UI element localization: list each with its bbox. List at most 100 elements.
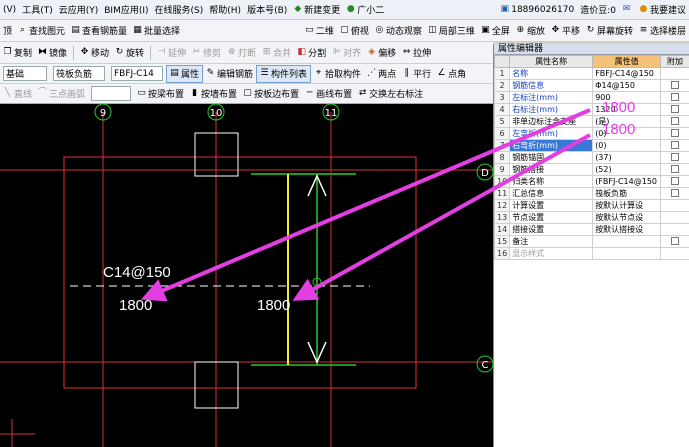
top-button[interactable]: 顶 [0,22,15,40]
attach-checkbox[interactable] [671,116,680,125]
draw-line-button[interactable]: ─ 画线布置 [302,85,355,103]
offset-button[interactable]: ◈ 偏移 [364,44,399,62]
menu-cloud[interactable]: 云应用(Y) [56,3,102,16]
property-value[interactable]: FBFJ-C14@150 [592,67,662,80]
property-row[interactable]: 10 归类名称 (FBFJ-C14@150 [493,175,689,188]
pan-button[interactable]: ✥ 平移 [548,22,583,40]
property-row[interactable]: 2 钢筋信息 Φ14@150 [493,79,689,92]
arc-button[interactable]: ⌒ 三点画弧 [35,85,88,103]
menu-tools[interactable]: 工具(T) [19,3,56,16]
align-button[interactable]: ⊫ 对齐 [329,44,364,62]
split-button[interactable]: ◧ 分割 [294,44,329,62]
copy-button[interactable]: ❐ 复制 [0,44,35,62]
message-button[interactable]: ✉ [619,1,636,19]
attach-checkbox[interactable] [671,188,680,197]
type-select[interactable]: 筏板负筋 [53,66,105,81]
drawing-canvas[interactable]: 9 10 11 D C C14@150 1800 1800 [0,104,493,447]
property-row[interactable]: 13 节点设置 按默认节点设 [493,211,689,224]
property-value[interactable]: (52) [592,163,662,176]
attach-checkbox[interactable] [671,236,680,245]
two-points-button[interactable]: ⋰ 两点 [364,65,399,83]
trim-button[interactable]: ✂ 修剪 [189,44,224,62]
top-view-button[interactable]: ▢ 俯视 [337,22,372,40]
attach-checkbox[interactable] [671,128,680,137]
attach-checkbox[interactable] [671,104,680,113]
property-row[interactable]: 4 右标注(mm) 1320 [493,103,689,116]
property-row[interactable]: 11 汇总信息 筏板负筋 [493,187,689,200]
new-change-button[interactable]: ◆ 新建变更 [290,1,343,19]
property-row[interactable]: 5 非单边标注含支座 (是) [493,115,689,128]
properties-button[interactable]: ▤ 属性 [166,64,204,83]
fullscreen-button[interactable]: ▣ 全屏 [478,22,513,40]
menu-bim[interactable]: BIM应用(I) [101,3,151,16]
parallel-button[interactable]: ∥ 平行 [399,65,434,83]
property-row[interactable]: 3 左标注(mm) 900 [493,91,689,104]
edit-rebar-button[interactable]: ✎ 编辑钢筋 [203,65,256,83]
stretch-button[interactable]: ⇔ 拉伸 [399,44,434,62]
property-row[interactable]: 1 名称 FBFJ-C14@150 [493,67,689,80]
suggest-button[interactable]: ● 我要建议 [636,1,689,19]
beans-count[interactable]: 造价豆:0 [577,1,619,19]
menu-online[interactable]: 在线服务(S) [152,3,207,16]
user-account[interactable]: ▣ 18896026170 [497,1,577,19]
property-value[interactable]: (37) [592,151,662,164]
property-value[interactable]: (是) [592,115,662,128]
attach-checkbox[interactable] [671,176,680,185]
point-angle-button[interactable]: ∠ 点角 [434,65,469,83]
attach-checkbox[interactable] [671,140,680,149]
property-value[interactable]: (0) [592,127,662,140]
view-rebar-button[interactable]: ▤ 查看钢筋量 [68,22,130,40]
property-value[interactable]: (FBFJ-C14@150 [592,175,662,188]
menu-help[interactable]: 帮助(H) [206,3,244,16]
swap-labels-button[interactable]: ⇄ 交换左右标注 [355,85,426,103]
property-row[interactable]: 12 计算设置 按默认计算设 [493,199,689,212]
property-value[interactable]: 按默认节点设 [592,211,662,224]
rotate-button[interactable]: ↻ 旋转 [112,44,147,62]
property-row[interactable]: 9 钢筋搭接 (52) [493,163,689,176]
property-row[interactable]: 14 搭接设置 按默认搭接设 [493,223,689,236]
by-slab-edge-button[interactable]: ▢ 按板边布置 [240,85,302,103]
property-row[interactable]: 15 备注 [493,235,689,248]
batch-select-button[interactable]: ▦ 批量选择 [130,22,183,40]
layer-select[interactable]: 基础 [3,66,47,81]
property-value[interactable]: 按默认搭接设 [592,223,662,236]
select-floor-button[interactable]: ≡ 选择楼层 [636,22,689,40]
property-value[interactable]: 1320 [592,103,662,116]
property-row[interactable]: 7 右弯折(mm) (0) [493,139,689,152]
property-value[interactable] [592,247,662,260]
property-row[interactable]: 6 左弯折(mm) (0) [493,127,689,140]
rotate-screen-button[interactable]: ↻ 屏幕旋转 [583,22,636,40]
arc-option-select[interactable] [91,86,132,101]
property-value[interactable] [592,235,662,248]
property-row[interactable]: 8 钢筋锚固 (37) [493,151,689,164]
property-value[interactable]: 筏板负筋 [592,187,662,200]
menu-version[interactable]: 版本号(B) [244,3,290,16]
attach-checkbox[interactable] [671,164,680,173]
property-row[interactable]: 16 显示样式 [493,247,689,260]
attach-checkbox[interactable] [671,80,680,89]
property-value[interactable]: Φ14@150 [592,79,662,92]
guang-button[interactable]: ● 广小二 [343,1,387,19]
property-value[interactable]: 900 [592,91,662,104]
local-3d-button[interactable]: ◫ 局部三维 [425,22,478,40]
attach-checkbox[interactable] [671,152,680,161]
line-button[interactable]: ╲ 直线 [0,85,35,103]
property-value[interactable]: (0) [592,139,662,152]
move-button[interactable]: ✥ 移动 [77,44,112,62]
2d-button[interactable]: ▭ 二维 [302,22,337,40]
break-button[interactable]: ⊗ 打断 [224,44,259,62]
component-list-button[interactable]: ☰ 构件列表 [256,64,312,83]
find-element-button[interactable]: ⌕ 查找图元 [15,22,68,40]
by-wall-button[interactable]: ▮ 按墙布置 [187,85,240,103]
extend-button[interactable]: ⊣ 延伸 [154,44,189,62]
zoom-button[interactable]: ⊕ 缩放 [513,22,548,40]
component-select[interactable]: FBFJ-C14 [111,66,163,81]
merge-button[interactable]: ⊞ 合并 [259,44,294,62]
property-value[interactable]: 按默认计算设 [592,199,662,212]
dynamic-observe-button[interactable]: ◎ 动态观察 [372,22,425,40]
menu-view[interactable]: (V) [0,5,19,15]
attach-checkbox[interactable] [671,92,680,101]
mirror-button[interactable]: ⧓ 镜像 [35,44,70,62]
by-beam-button[interactable]: ▭ 按梁布置 [134,85,187,103]
pick-component-button[interactable]: ⌖ 拾取构件 [311,65,364,83]
